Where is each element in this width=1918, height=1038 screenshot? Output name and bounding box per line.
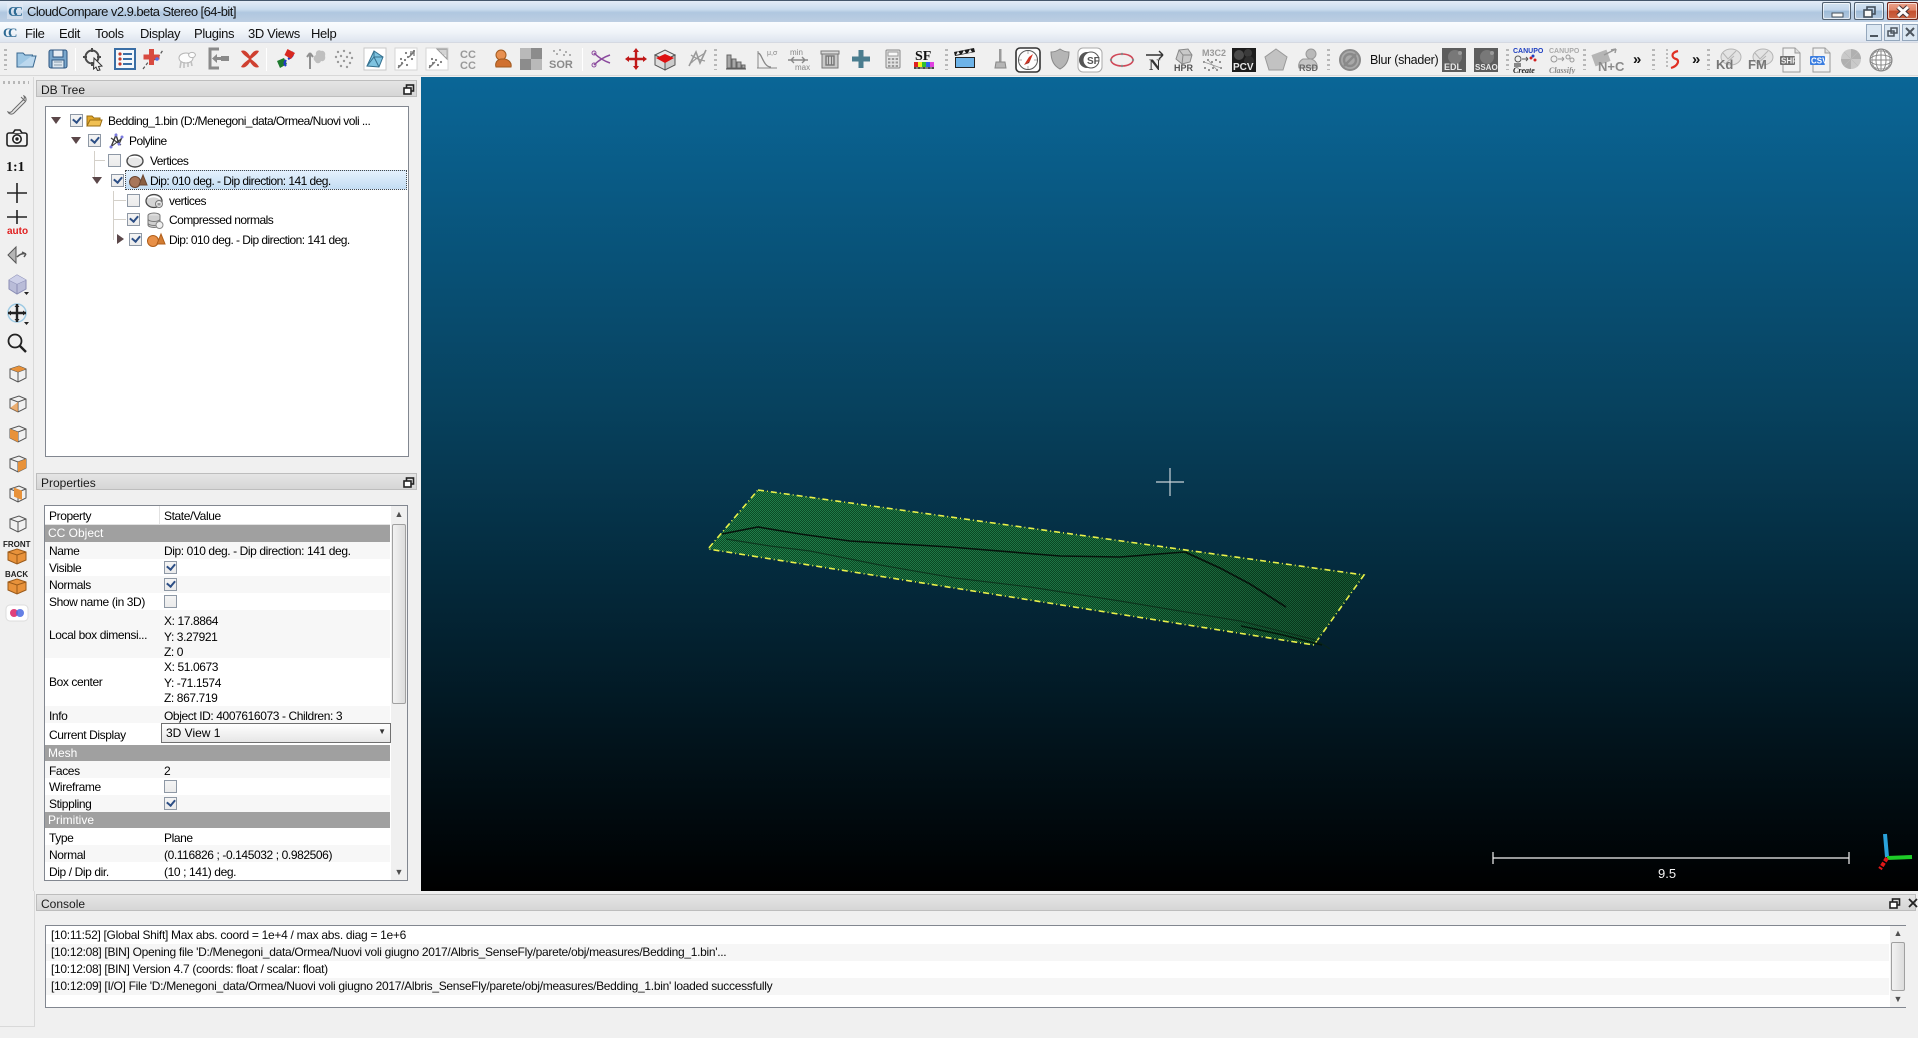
svg-text:C: C bbox=[13, 5, 23, 19]
svg-text:RSD: RSD bbox=[1299, 63, 1319, 73]
svg-text:C: C bbox=[8, 25, 17, 40]
svg-text:SSAO: SSAO bbox=[1475, 63, 1498, 72]
svg-text:auto: auto bbox=[7, 226, 28, 235]
svg-text:M3C2: M3C2 bbox=[1202, 48, 1226, 58]
svg-text:CANUPO: CANUPO bbox=[1549, 48, 1580, 55]
svg-text:9.5: 9.5 bbox=[1658, 866, 1676, 881]
svg-text:μ,σ: μ,σ bbox=[767, 50, 778, 57]
svg-text:max: max bbox=[795, 63, 810, 72]
svg-text:HPR: HPR bbox=[1174, 63, 1194, 73]
svg-text:PCV: PCV bbox=[1233, 62, 1254, 73]
svg-text:Kd: Kd bbox=[1716, 57, 1733, 72]
svg-text:SF: SF bbox=[1087, 56, 1100, 67]
svg-text:SOR: SOR bbox=[549, 59, 573, 71]
svg-text:1:1: 1:1 bbox=[6, 160, 25, 175]
svg-text:Create: Create bbox=[1513, 66, 1535, 74]
svg-text:BACK: BACK bbox=[5, 570, 28, 579]
svg-text:EDL: EDL bbox=[1444, 62, 1463, 72]
svg-text:FRONT: FRONT bbox=[3, 540, 31, 549]
svg-text:CANUPO: CANUPO bbox=[1513, 48, 1544, 55]
svg-text:min: min bbox=[790, 48, 803, 57]
svg-text:FM: FM bbox=[1748, 57, 1767, 72]
svg-text:N+C: N+C bbox=[1598, 59, 1625, 73]
svg-text:Classify: Classify bbox=[1549, 66, 1576, 74]
svg-text:CSV: CSV bbox=[1811, 57, 1828, 66]
svg-text:N: N bbox=[1149, 57, 1161, 73]
svg-text:CC: CC bbox=[460, 60, 476, 71]
svg-text:SF: SF bbox=[915, 49, 931, 64]
svg-text:SHP: SHP bbox=[1781, 57, 1798, 66]
